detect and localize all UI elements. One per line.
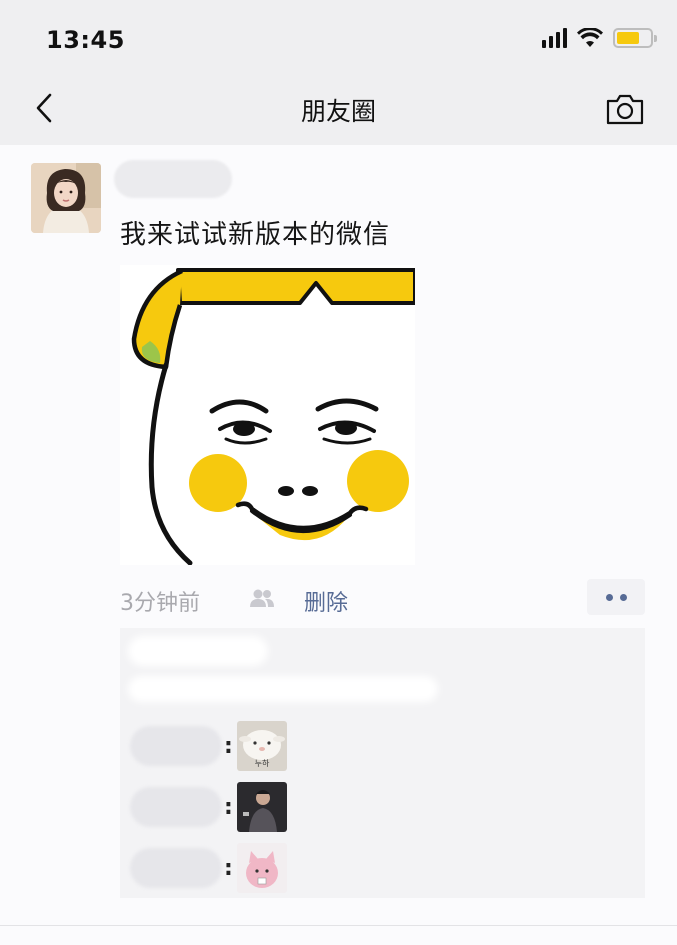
status-time: 13:45	[46, 26, 125, 54]
post-text: 我来试试新版本的微信	[120, 220, 391, 250]
wifi-icon	[577, 28, 603, 47]
delete-button[interactable]: 删除	[304, 585, 348, 617]
meme-face-image	[131, 268, 415, 565]
camera-icon[interactable]	[605, 92, 645, 126]
comment-row[interactable]: : 누하	[130, 720, 287, 772]
page-title: 朋友圈	[300, 97, 376, 126]
divider	[0, 925, 677, 926]
commenter-name-redacted[interactable]	[130, 848, 222, 888]
more-dots-icon	[605, 593, 613, 601]
post-time: 3分钟前	[120, 591, 200, 616]
comment-row[interactable]: :	[130, 781, 287, 833]
likes-redacted	[128, 636, 268, 666]
comments-panel: : 누하 : :	[120, 628, 645, 898]
commenter-name-redacted[interactable]	[130, 787, 222, 827]
sticker-pink-cat[interactable]	[236, 843, 287, 893]
comment-redacted	[128, 676, 438, 702]
top-bar: 13:45 朋友圈	[0, 0, 677, 145]
sticker-caption: 누하	[254, 758, 269, 768]
post-image-meme[interactable]	[120, 265, 415, 565]
more-button[interactable]	[587, 579, 645, 615]
avatar[interactable]	[31, 163, 101, 233]
post-meta-row: 3分钟前 删除	[120, 579, 645, 617]
avatar-image	[31, 163, 101, 233]
signal-icon	[542, 28, 567, 48]
commenter-name-redacted[interactable]	[130, 726, 222, 766]
username-redacted[interactable]	[114, 160, 232, 198]
status-icons	[542, 28, 657, 48]
comment-row[interactable]: :	[130, 842, 287, 894]
battery-icon	[613, 28, 657, 48]
sticker-person[interactable]	[236, 782, 287, 832]
sticker-sheep[interactable]: 누하	[236, 721, 287, 771]
friends-icon	[250, 589, 274, 607]
